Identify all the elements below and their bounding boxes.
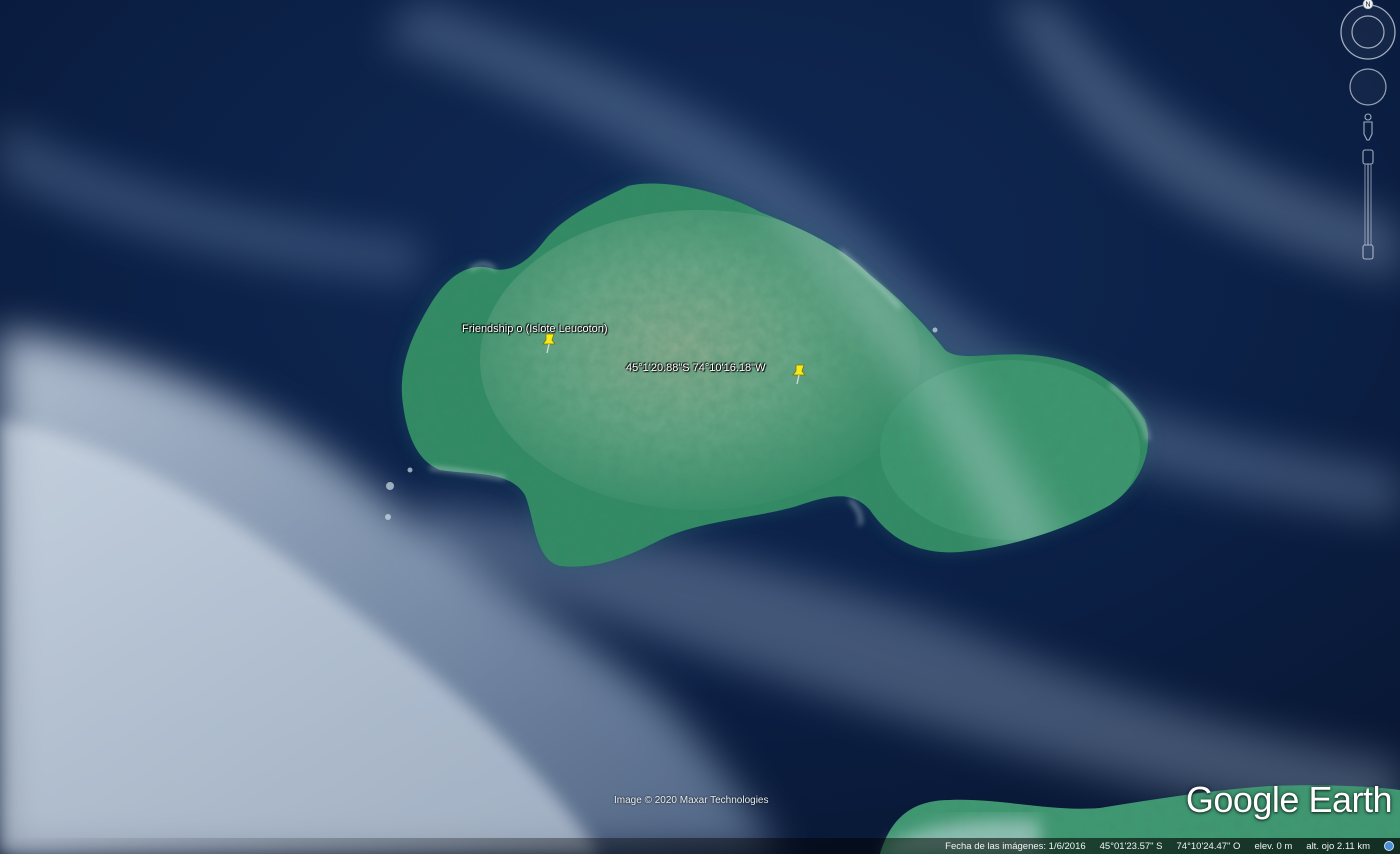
street-view-pegman-icon[interactable]: [1363, 113, 1373, 141]
imagery-attribution: Image © 2020 Maxar Technologies: [614, 795, 769, 806]
cursor-latitude: 45°01'23.57" S: [1099, 840, 1163, 852]
google-earth-logo: Google Earth: [1185, 779, 1393, 820]
placemark-label: 45°1'20.88"S 74°10'16.18"W: [626, 362, 766, 374]
satellite-imagery[interactable]: [0, 0, 1400, 854]
imagery-date: Fecha de las imágenes: 1/6/2016: [945, 840, 1086, 852]
navigation-controls[interactable]: N: [1328, 0, 1400, 270]
compass-icon[interactable]: N: [1340, 0, 1396, 60]
yellow-pushpin-icon[interactable]: [540, 332, 558, 354]
compass-north-label: N: [1365, 2, 1370, 9]
zoom-slider-icon[interactable]: [1362, 149, 1374, 260]
status-bar: Fecha de las imágenes: 1/6/2016 45°01'23…: [0, 838, 1400, 854]
elevation-readout: elev. 0 m: [1254, 840, 1293, 852]
streaming-indicator-icon: [1384, 841, 1394, 851]
look-joystick-icon[interactable]: [1349, 68, 1387, 106]
placemark-label: Friendship o (Islote Leucoton): [462, 323, 608, 335]
cursor-longitude: 74°10'24.47" O: [1176, 840, 1241, 852]
map-viewport[interactable]: Friendship o (Islote Leucoton) 45°1'20.8…: [0, 0, 1400, 854]
eye-altitude-readout: alt. ojo 2.11 km: [1306, 840, 1370, 852]
yellow-pushpin-icon[interactable]: [790, 363, 808, 385]
